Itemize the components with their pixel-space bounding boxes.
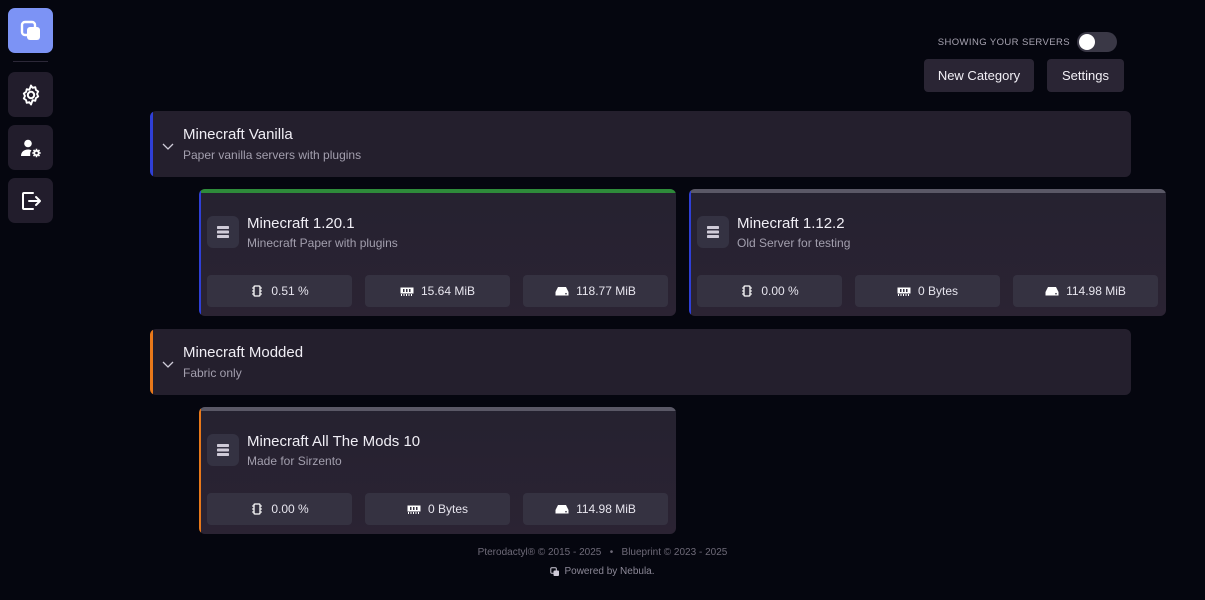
server-status-bar (199, 189, 676, 193)
server-icon-box (207, 216, 239, 248)
logout-nav-button[interactable] (8, 178, 53, 223)
disk-icon (1045, 287, 1059, 296)
disk-value: 118.77 MiB (576, 284, 636, 298)
category-accent (199, 189, 201, 316)
settings-button[interactable]: Settings (1047, 59, 1124, 92)
cpu-value: 0.51 % (271, 284, 309, 298)
logo-icon (20, 20, 40, 40)
category-minecraft-vanilla[interactable]: Minecraft Vanilla Paper vanilla servers … (150, 111, 1131, 177)
home-logo-button[interactable] (8, 8, 53, 53)
logout-icon (21, 191, 41, 210)
server-icon-box (697, 216, 729, 248)
disk-icon (555, 505, 569, 514)
memory-value: 15.64 MiB (420, 284, 476, 298)
chevron-down-icon[interactable] (161, 357, 175, 371)
cpu-icon (252, 285, 263, 297)
category-accent (150, 111, 153, 177)
category-accent (199, 407, 201, 534)
footer-copyright: Pterodactyl® © 2015 - 2025 • Blueprint ©… (477, 547, 728, 558)
category-accent (689, 189, 691, 316)
server-card[interactable]: Minecraft 1.20.1 Minecraft Paper with pl… (199, 189, 676, 316)
memory-icon (400, 287, 414, 296)
cpu-stat: 0.00 % (697, 275, 842, 307)
server-icon (217, 226, 229, 238)
server-card[interactable]: Minecraft All The Mods 10 Made for Sirze… (199, 407, 676, 534)
sidebar-divider (13, 61, 48, 62)
server-description: Old Server for testing (737, 236, 851, 250)
memory-stat: 15.64 MiB (365, 275, 510, 307)
disk-stat: 118.77 MiB (523, 275, 668, 307)
disk-stat: 114.98 MiB (523, 493, 668, 525)
server-icon-box (207, 434, 239, 466)
disk-value: 114.98 MiB (576, 502, 636, 516)
show-servers-toggle[interactable] (1077, 32, 1117, 52)
nebula-link[interactable]: Powered by Nebula. (564, 566, 654, 577)
disk-value: 114.98 MiB (1066, 284, 1126, 298)
sidebar (8, 8, 53, 231)
server-name: Minecraft 1.20.1 (247, 215, 355, 232)
toggle-knob (1079, 34, 1095, 50)
cpu-icon (252, 503, 263, 515)
server-name: Minecraft All The Mods 10 (247, 433, 421, 450)
category-description: Paper vanilla servers with plugins (183, 148, 362, 162)
toggle-label: SHOWING YOUR SERVERS (937, 36, 1070, 48)
cpu-value: 0.00 % (271, 502, 309, 516)
user-settings-icon (20, 139, 41, 157)
memory-stat: 0 Bytes (855, 275, 1000, 307)
memory-stat: 0 Bytes (365, 493, 510, 525)
account-nav-button[interactable] (8, 125, 53, 170)
show-servers-toggle-row: SHOWING YOUR SERVERS (938, 32, 1117, 52)
server-icon (217, 444, 229, 456)
disk-stat: 114.98 MiB (1013, 275, 1158, 307)
gear-icon (22, 84, 39, 105)
category-description: Fabric only (183, 366, 242, 380)
server-icon (707, 226, 719, 238)
server-status-bar (689, 189, 1166, 193)
new-category-button[interactable]: New Category (924, 59, 1034, 92)
cpu-stat: 0.00 % (207, 493, 352, 525)
category-minecraft-modded[interactable]: Minecraft Modded Fabric only (150, 329, 1131, 395)
server-status-bar (199, 407, 676, 411)
memory-icon (407, 505, 421, 514)
cpu-icon (742, 285, 753, 297)
server-description: Made for Sirzento (247, 454, 342, 468)
cpu-stat: 0.51 % (207, 275, 352, 307)
chevron-down-icon[interactable] (161, 139, 175, 153)
memory-icon (897, 287, 911, 296)
cpu-value: 0.00 % (761, 284, 799, 298)
server-description: Minecraft Paper with plugins (247, 236, 398, 250)
settings-nav-button[interactable] (8, 72, 53, 117)
server-card[interactable]: Minecraft 1.12.2 Old Server for testing … (689, 189, 1166, 316)
nebula-logo-icon (550, 566, 560, 576)
footer-powered-by: Powered by Nebula. (0, 566, 1205, 577)
category-title: Minecraft Modded (183, 344, 304, 361)
memory-value: 0 Bytes (427, 502, 469, 516)
category-accent (150, 329, 153, 395)
disk-icon (555, 287, 569, 296)
server-name: Minecraft 1.12.2 (737, 215, 845, 232)
category-title: Minecraft Vanilla (183, 126, 293, 143)
memory-value: 0 Bytes (917, 284, 959, 298)
